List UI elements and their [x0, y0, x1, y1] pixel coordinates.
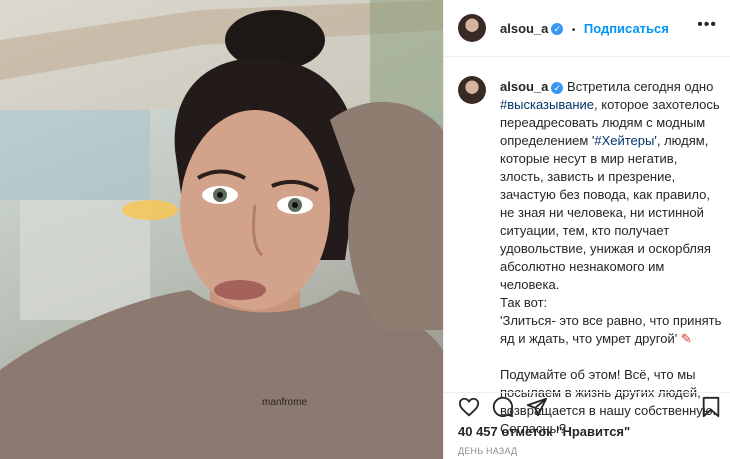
header-separator: •	[571, 25, 576, 36]
post-photo[interactable]: manfrome	[0, 0, 443, 459]
post-timestamp[interactable]: ДЕНЬ НАЗАД	[458, 446, 517, 456]
caption-text-3: 'Злиться- это все равно, что принять яд …	[500, 312, 722, 348]
caption-username[interactable]: alsou_a	[500, 79, 548, 94]
header-username[interactable]: alsou_a	[500, 21, 548, 36]
share-icon[interactable]	[526, 396, 548, 418]
post-panel: alsou_a ✓ • Подписаться ••• alsou_a ✓ Встр…	[443, 0, 730, 459]
likes-count[interactable]: 40 457 отметок "Нравится"	[458, 424, 630, 439]
verified-icon: ✓	[551, 81, 564, 94]
action-bar	[444, 392, 730, 421]
caption-avatar[interactable]	[458, 76, 486, 104]
more-icon[interactable]: •••	[697, 16, 717, 34]
avatar[interactable]	[458, 14, 486, 42]
hashtag-link[interactable]: #Хейтеры	[594, 133, 654, 148]
sweater-print: manfrome	[262, 397, 307, 408]
pushpin-icon: ✎	[677, 331, 692, 346]
bookmark-icon[interactable]	[701, 396, 721, 418]
heart-icon[interactable]	[458, 396, 480, 418]
comment-icon[interactable]	[492, 396, 514, 418]
caption-text-2: Так вот:	[500, 295, 548, 310]
photo-illustration: manfrome	[0, 0, 443, 459]
caption-text-1a: Встретила сегодня одно	[567, 79, 714, 94]
follow-button[interactable]: Подписаться	[584, 21, 669, 36]
verified-icon: ✓	[551, 22, 564, 35]
caption: alsou_a ✓ Встретила сегодня одно #высказы…	[500, 78, 722, 438]
caption-text-1c: ', людям, которые несут в мир негатив, з…	[500, 133, 711, 292]
hashtag-link[interactable]: #высказывание	[500, 97, 594, 112]
header-line: alsou_a ✓ • Подписаться	[500, 20, 669, 38]
post-header: alsou_a ✓ • Подписаться •••	[444, 0, 730, 57]
